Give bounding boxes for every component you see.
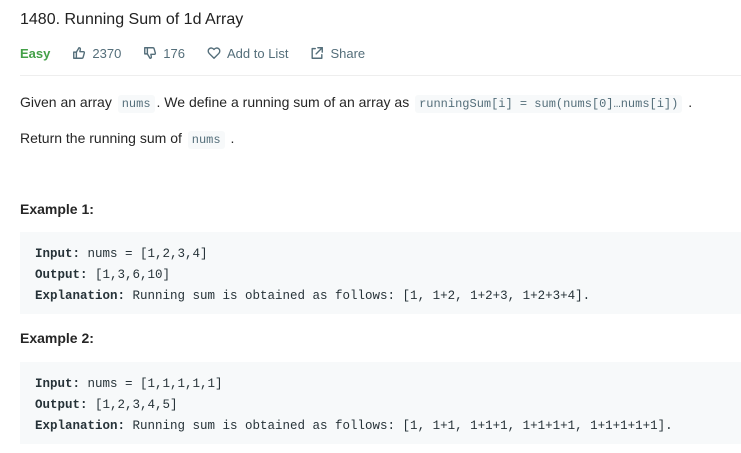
problem-meta-bar: Easy 2370 176 Add to List Share <box>20 44 387 62</box>
description-paragraph-2: Return the running sum of nums . <box>20 130 235 149</box>
inline-code-running-sum: runningSum[i] = sum(nums[0]…nums[i]) <box>415 95 683 113</box>
heart-icon <box>207 47 221 59</box>
inline-code-nums: nums <box>187 131 225 149</box>
description-paragraph-1: Given an array nums. We define a running… <box>20 94 693 113</box>
example-2-heading: Example 2: <box>20 330 94 346</box>
likes-count: 2370 <box>92 45 122 61</box>
thumbs-down-icon <box>144 47 157 59</box>
difficulty-badge: Easy <box>20 45 51 61</box>
dislike-button[interactable]: 176 <box>143 46 185 61</box>
share-button[interactable]: Share <box>310 46 365 61</box>
example-2-codeblock: Input: nums = [1,1,1,1,1] Output: [1,2,3… <box>20 362 741 444</box>
share-icon <box>311 47 324 59</box>
add-to-list-label: Add to List <box>227 45 289 61</box>
problem-title: 1480. Running Sum of 1d Array <box>20 11 244 28</box>
inline-code-nums: nums <box>117 95 155 113</box>
dislikes-count: 176 <box>163 45 185 61</box>
share-label: Share <box>330 45 366 61</box>
example-1-heading: Example 1: <box>20 201 94 217</box>
header-divider <box>20 75 741 76</box>
like-button[interactable]: 2370 <box>72 46 121 61</box>
thumbs-up-icon <box>73 47 86 59</box>
add-to-list-button[interactable]: Add to List <box>207 46 288 61</box>
example-1-codeblock: Input: nums = [1,2,3,4] Output: [1,3,6,1… <box>20 232 741 314</box>
